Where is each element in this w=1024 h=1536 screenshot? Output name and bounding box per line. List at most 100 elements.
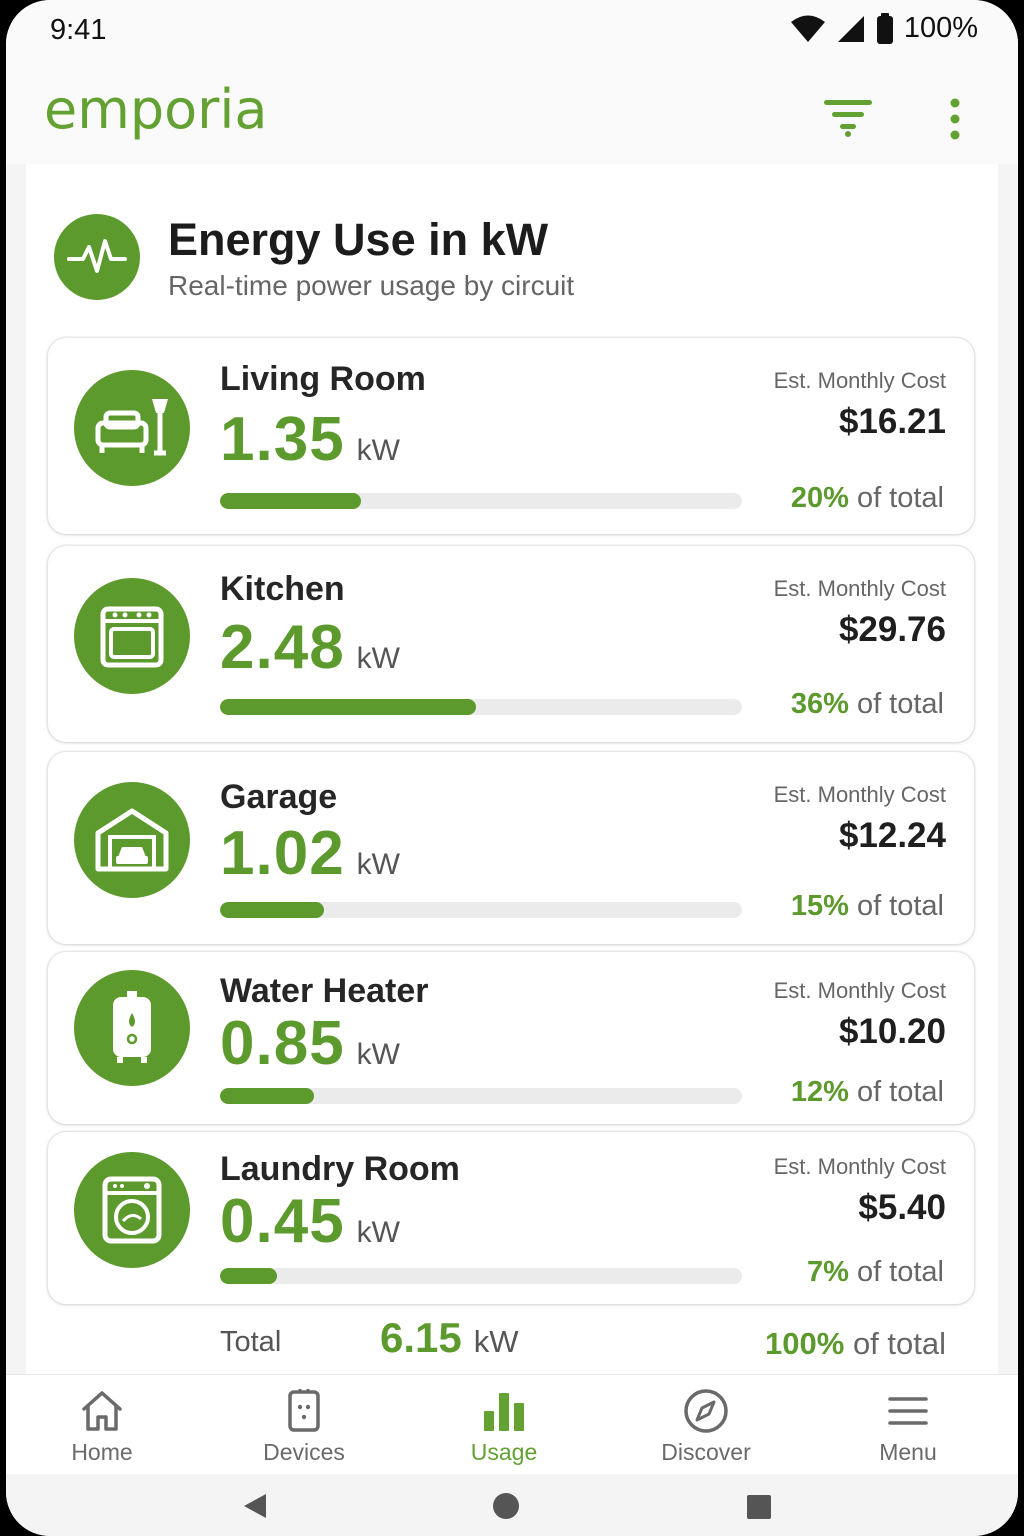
home-circle-icon[interactable] <box>492 1492 520 1520</box>
washing-machine-icon <box>74 1152 190 1268</box>
circuit-name: Kitchen <box>220 570 345 608</box>
total-kw-value: 6.15 <box>380 1314 462 1361</box>
circuit-name: Living Room <box>220 360 426 398</box>
nav-usage[interactable]: Usage <box>424 1387 584 1466</box>
percent-suffix: of total <box>856 688 944 720</box>
circuit-card-garage[interactable]: Garage 1.02 kW Est. Monthly Cost $12.24 … <box>48 752 974 944</box>
percent-of-total: 12% of total <box>791 1076 944 1109</box>
circuit-card-water-heater[interactable]: Water Heater 0.85 kW Est. Monthly Cost $… <box>48 952 974 1124</box>
kw-unit: kW <box>356 1216 400 1249</box>
total-kw: 6.15 kW <box>380 1314 519 1362</box>
usage-bar-fill <box>220 493 361 509</box>
circuit-kw: 1.02 kW <box>220 818 400 889</box>
total-percent-value: 100% <box>765 1326 845 1361</box>
kw-value: 1.02 <box>220 819 345 888</box>
battery-icon <box>876 12 893 44</box>
usage-bar-fill <box>220 1088 314 1104</box>
circuit-name: Water Heater <box>220 972 429 1010</box>
circuit-card-laundry-room[interactable]: Laundry Room 0.45 kW Est. Monthly Cost $… <box>48 1132 974 1304</box>
circuit-card-living-room[interactable]: Living Room 1.35 kW Est. Monthly Cost $1… <box>48 338 974 534</box>
filter-icon[interactable] <box>822 98 874 138</box>
home-icon <box>82 1391 122 1431</box>
monthly-cost: $16.21 <box>838 402 946 441</box>
kw-unit: kW <box>356 848 400 881</box>
percent-value: 20% <box>790 482 849 514</box>
circuit-kw: 1.35 kW <box>220 404 400 475</box>
status-indicators: 100% <box>790 12 978 45</box>
circuit-card-kitchen[interactable]: Kitchen 2.48 kW Est. Monthly Cost $29.76… <box>48 546 974 742</box>
garage-icon <box>74 782 190 898</box>
wifi-icon <box>790 15 825 42</box>
page-subtitle: Real-time power usage by circuit <box>168 270 575 301</box>
percent-of-total: 36% of total <box>791 688 944 721</box>
circuit-name: Garage <box>220 778 338 816</box>
nav-discover[interactable]: Discover <box>626 1387 786 1466</box>
percent-suffix: of total <box>856 1256 944 1288</box>
percent-value: 7% <box>806 1256 849 1288</box>
usage-bar <box>220 1268 742 1284</box>
total-percent: 100% of total <box>765 1326 946 1362</box>
kw-value: 0.45 <box>220 1187 345 1256</box>
percent-value: 12% <box>790 1076 849 1108</box>
cell-signal-icon <box>837 15 864 42</box>
nav-menu[interactable]: Menu <box>828 1387 988 1466</box>
cost-label: Est. Monthly Cost <box>773 978 946 1003</box>
nav-label: Devices <box>263 1439 345 1465</box>
battery-percentage: 100% <box>903 12 978 44</box>
more-options-icon[interactable] <box>942 98 968 140</box>
kw-value: 0.85 <box>220 1009 345 1078</box>
sofa-lamp-icon <box>74 370 190 486</box>
nav-devices[interactable]: Devices <box>224 1387 384 1466</box>
recents-square-icon[interactable] <box>746 1494 772 1520</box>
nav-label: Discover <box>661 1439 751 1465</box>
stove-icon <box>74 578 190 694</box>
emporia-logo: emporia <box>44 78 268 141</box>
total-label: Total <box>220 1326 282 1358</box>
percent-value: 15% <box>790 890 849 922</box>
kw-value: 2.48 <box>220 613 345 682</box>
menu-icon <box>888 1397 928 1425</box>
usage-bar-fill <box>220 1268 278 1284</box>
kw-unit: kW <box>356 642 400 675</box>
percent-of-total: 20% of total <box>791 482 944 515</box>
usage-bar-fill <box>220 902 325 918</box>
page-title: Energy Use in kW <box>168 214 549 265</box>
cost-label: Est. Monthly Cost <box>773 782 946 807</box>
nav-home[interactable]: Home <box>22 1387 182 1466</box>
kw-value: 1.35 <box>220 405 345 474</box>
usage-bars-icon <box>484 1393 524 1431</box>
devices-icon <box>288 1389 320 1432</box>
nav-label: Home <box>71 1439 133 1465</box>
usage-bar <box>220 902 742 918</box>
percent-suffix: of total <box>856 1076 944 1108</box>
circuit-name: Laundry Room <box>220 1150 460 1188</box>
usage-bar <box>220 699 742 715</box>
bottom-navigation: Home Devices Usage Discover Menu <box>6 1374 1018 1474</box>
usage-bar <box>220 493 742 509</box>
cost-label: Est. Monthly Cost <box>773 1154 946 1179</box>
circuit-kw: 0.45 kW <box>220 1186 400 1257</box>
monthly-cost: $29.76 <box>838 610 946 649</box>
usage-bar-fill <box>220 699 476 715</box>
total-row: Total 6.15 kW 100% of total <box>26 1314 998 1374</box>
percent-suffix: of total <box>856 890 944 922</box>
percent-value: 36% <box>790 688 849 720</box>
monthly-cost: $12.24 <box>838 816 946 855</box>
cost-label: Est. Monthly Cost <box>773 576 946 601</box>
circuit-kw: 2.48 kW <box>220 612 400 683</box>
status-bar: 9:41 100% <box>6 0 1018 64</box>
usage-bar <box>220 1088 742 1104</box>
status-time: 9:41 <box>50 14 107 46</box>
total-kw-unit: kW <box>473 1324 519 1359</box>
phone-screen: 9:41 100% emporia Energy Use in kW Real-… <box>6 0 1018 1536</box>
percent-of-total: 7% of total <box>807 1256 944 1289</box>
energy-use-card: Energy Use in kW Real-time power usage b… <box>26 164 998 1374</box>
total-percent-suffix: of total <box>852 1326 946 1361</box>
cost-label: Est. Monthly Cost <box>773 368 946 393</box>
app-bar: emporia <box>6 64 1018 164</box>
system-navigation-bar <box>6 1474 1018 1536</box>
kw-unit: kW <box>356 434 400 467</box>
water-heater-icon <box>74 970 190 1086</box>
nav-label: Usage <box>470 1439 538 1465</box>
back-icon[interactable] <box>240 1492 272 1520</box>
